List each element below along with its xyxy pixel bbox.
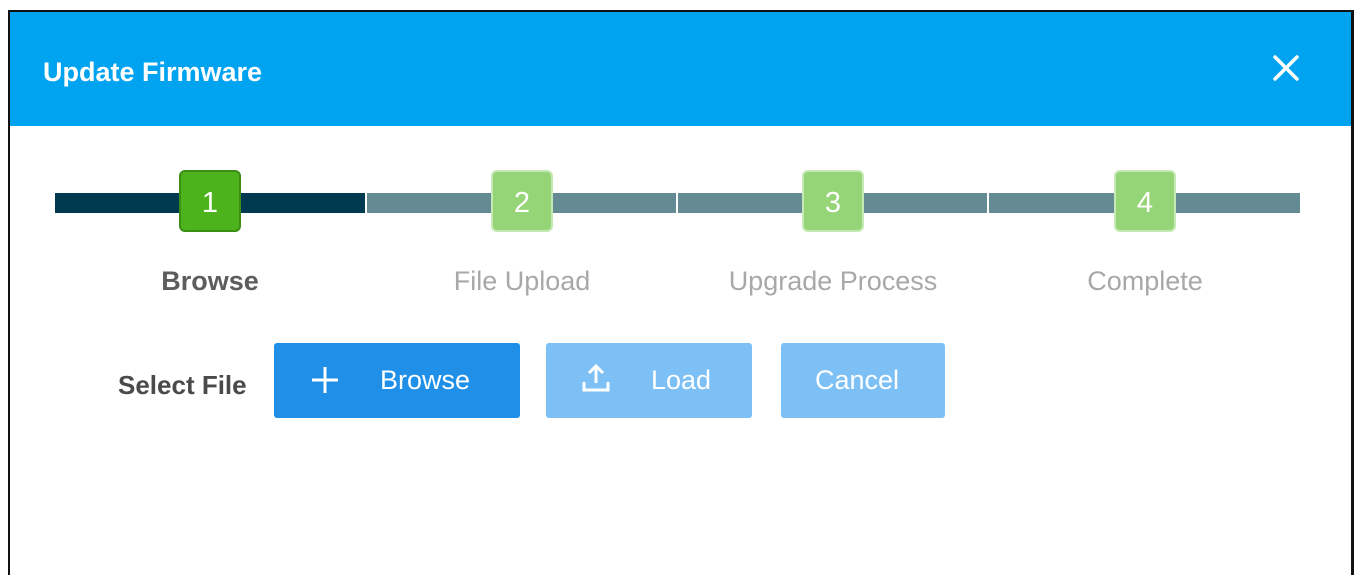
step-2-label: File Upload xyxy=(453,266,591,296)
cancel-button[interactable]: Cancel xyxy=(781,343,945,418)
plus-icon xyxy=(312,367,338,393)
step-1-number: 1 xyxy=(179,170,241,232)
step-4-label: Complete xyxy=(1087,266,1203,296)
update-firmware-dialog: Update Firmware 1 2 3 4 Browse File Uplo… xyxy=(0,0,1354,575)
load-button-label: Load xyxy=(651,365,712,395)
step-4-number: 4 xyxy=(1114,170,1176,232)
dialog-title: Update Firmware xyxy=(43,57,263,87)
close-button[interactable] xyxy=(1266,50,1306,90)
step-3-number: 3 xyxy=(802,170,864,232)
browse-button-label: Browse xyxy=(380,365,471,395)
step-3-label: Upgrade Process xyxy=(728,266,938,296)
load-button[interactable]: Load xyxy=(546,343,752,418)
cancel-button-label: Cancel xyxy=(815,365,900,395)
step-2-number: 2 xyxy=(491,170,553,232)
upload-icon xyxy=(582,363,610,392)
step-1-label: Browse xyxy=(161,266,259,296)
dialog-header: Update Firmware xyxy=(10,12,1351,126)
browse-button[interactable]: Browse xyxy=(274,343,520,418)
select-file-label: Select File xyxy=(118,370,247,400)
close-icon xyxy=(1273,55,1299,81)
